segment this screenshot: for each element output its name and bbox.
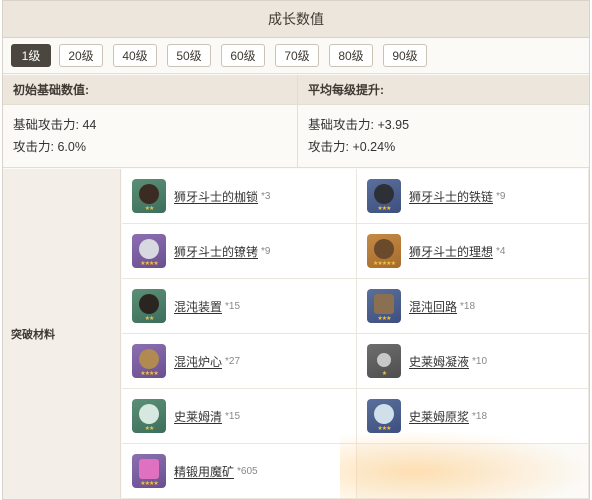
level-tab-50[interactable]: 50级 [167,44,211,67]
material-item[interactable]: ★★ 狮牙斗士的枷锁 *3 [122,169,357,224]
per-level-values: 基础攻击力: +3.95 攻击力: +0.24% [298,106,589,168]
material-name[interactable]: 狮牙斗士的枷锁 [174,188,258,205]
material-count: *27 [225,355,241,367]
material-count: *15 [225,410,241,422]
base-atk: 基础攻击力: 44 [13,118,97,132]
iron-chain-icon: ★★★ [367,179,401,213]
shackles-icon: ★★ [132,179,166,213]
material-name[interactable]: 狮牙斗士的理想 [409,243,493,260]
material-name[interactable]: 史莱姆原浆 [409,408,469,425]
per-level-heading: 平均每级提升: [298,75,589,105]
base-stats-heading: 初始基础数值: [3,75,297,105]
material-name[interactable]: 史莱姆凝液 [409,353,469,370]
mystic-ore-icon: ★★★★ [132,454,166,488]
fetters-icon: ★★★★ [132,234,166,268]
material-count: *18 [460,300,476,312]
level-selector: 1级 20级 40级 50级 60级 70级 80级 90级 [3,38,589,74]
material-count: *18 [472,410,488,422]
base-atk-pct: 攻击力: 6.0% [13,140,86,154]
material-name[interactable]: 史莱姆清 [174,408,222,425]
material-item[interactable]: ★★★★ 混沌炉心 *27 [122,334,357,389]
material-count: *605 [237,465,258,477]
material-item[interactable]: ★★★★ 狮牙斗士的镣铐 *9 [122,224,357,279]
material-item[interactable]: ★ 史莱姆凝液 *10 [357,334,589,389]
material-name[interactable]: 狮牙斗士的铁链 [409,188,493,205]
empty-cell [357,444,589,499]
level-tab-40[interactable]: 40级 [113,44,157,67]
material-count: *3 [261,190,271,202]
material-count: *10 [472,355,488,367]
material-name[interactable]: 混沌炉心 [174,353,222,370]
per-level-atk: 基础攻击力: +3.95 [308,118,410,132]
material-item[interactable]: ★★★ 狮牙斗士的铁链 *9 [357,169,589,224]
material-name[interactable]: 精锻用魔矿 [174,463,234,480]
level-tab-80[interactable]: 80级 [329,44,373,67]
material-item[interactable]: ★★ 混沌装置 *15 [122,279,357,334]
slime-concentrate-icon: ★★★ [367,399,401,433]
base-stats-values: 基础攻击力: 44 攻击力: 6.0% [3,106,297,168]
material-count: *15 [225,300,241,312]
growth-stats-panel: 成长数值 1级 20级 40级 50级 60级 70级 80级 90级 初始基础… [2,0,590,500]
material-item[interactable]: ★★★ 混沌回路 *18 [357,279,589,334]
level-tab-70[interactable]: 70级 [275,44,319,67]
material-item[interactable]: ★★ 史莱姆清 *15 [122,389,357,444]
material-item[interactable]: ★★★★★ 狮牙斗士的理想 *4 [357,224,589,279]
material-count: *9 [261,245,271,257]
chaos-device-icon: ★★ [132,289,166,323]
material-name[interactable]: 混沌回路 [409,298,457,315]
material-name[interactable]: 狮牙斗士的镣铐 [174,243,258,260]
material-count: *9 [496,190,506,202]
level-tab-20[interactable]: 20级 [59,44,103,67]
panel-title: 成长数值 [3,1,589,38]
slime-secretions-icon: ★★ [132,399,166,433]
per-level-atk-pct: 攻击力: +0.24% [308,140,396,154]
material-count: *4 [496,245,506,257]
materials-label: 突破材料 [3,169,121,499]
material-item[interactable]: ★★★★ 精锻用魔矿 *605 [122,444,357,499]
slime-condensate-icon: ★ [367,344,401,378]
material-item[interactable]: ★★★ 史莱姆原浆 *18 [357,389,589,444]
level-tab-90[interactable]: 90级 [383,44,427,67]
level-tab-60[interactable]: 60级 [221,44,265,67]
chaos-core-icon: ★★★★ [132,344,166,378]
material-name[interactable]: 混沌装置 [174,298,222,315]
ideal-icon: ★★★★★ [367,234,401,268]
chaos-circuit-icon: ★★★ [367,289,401,323]
level-tab-1[interactable]: 1级 [11,44,51,67]
